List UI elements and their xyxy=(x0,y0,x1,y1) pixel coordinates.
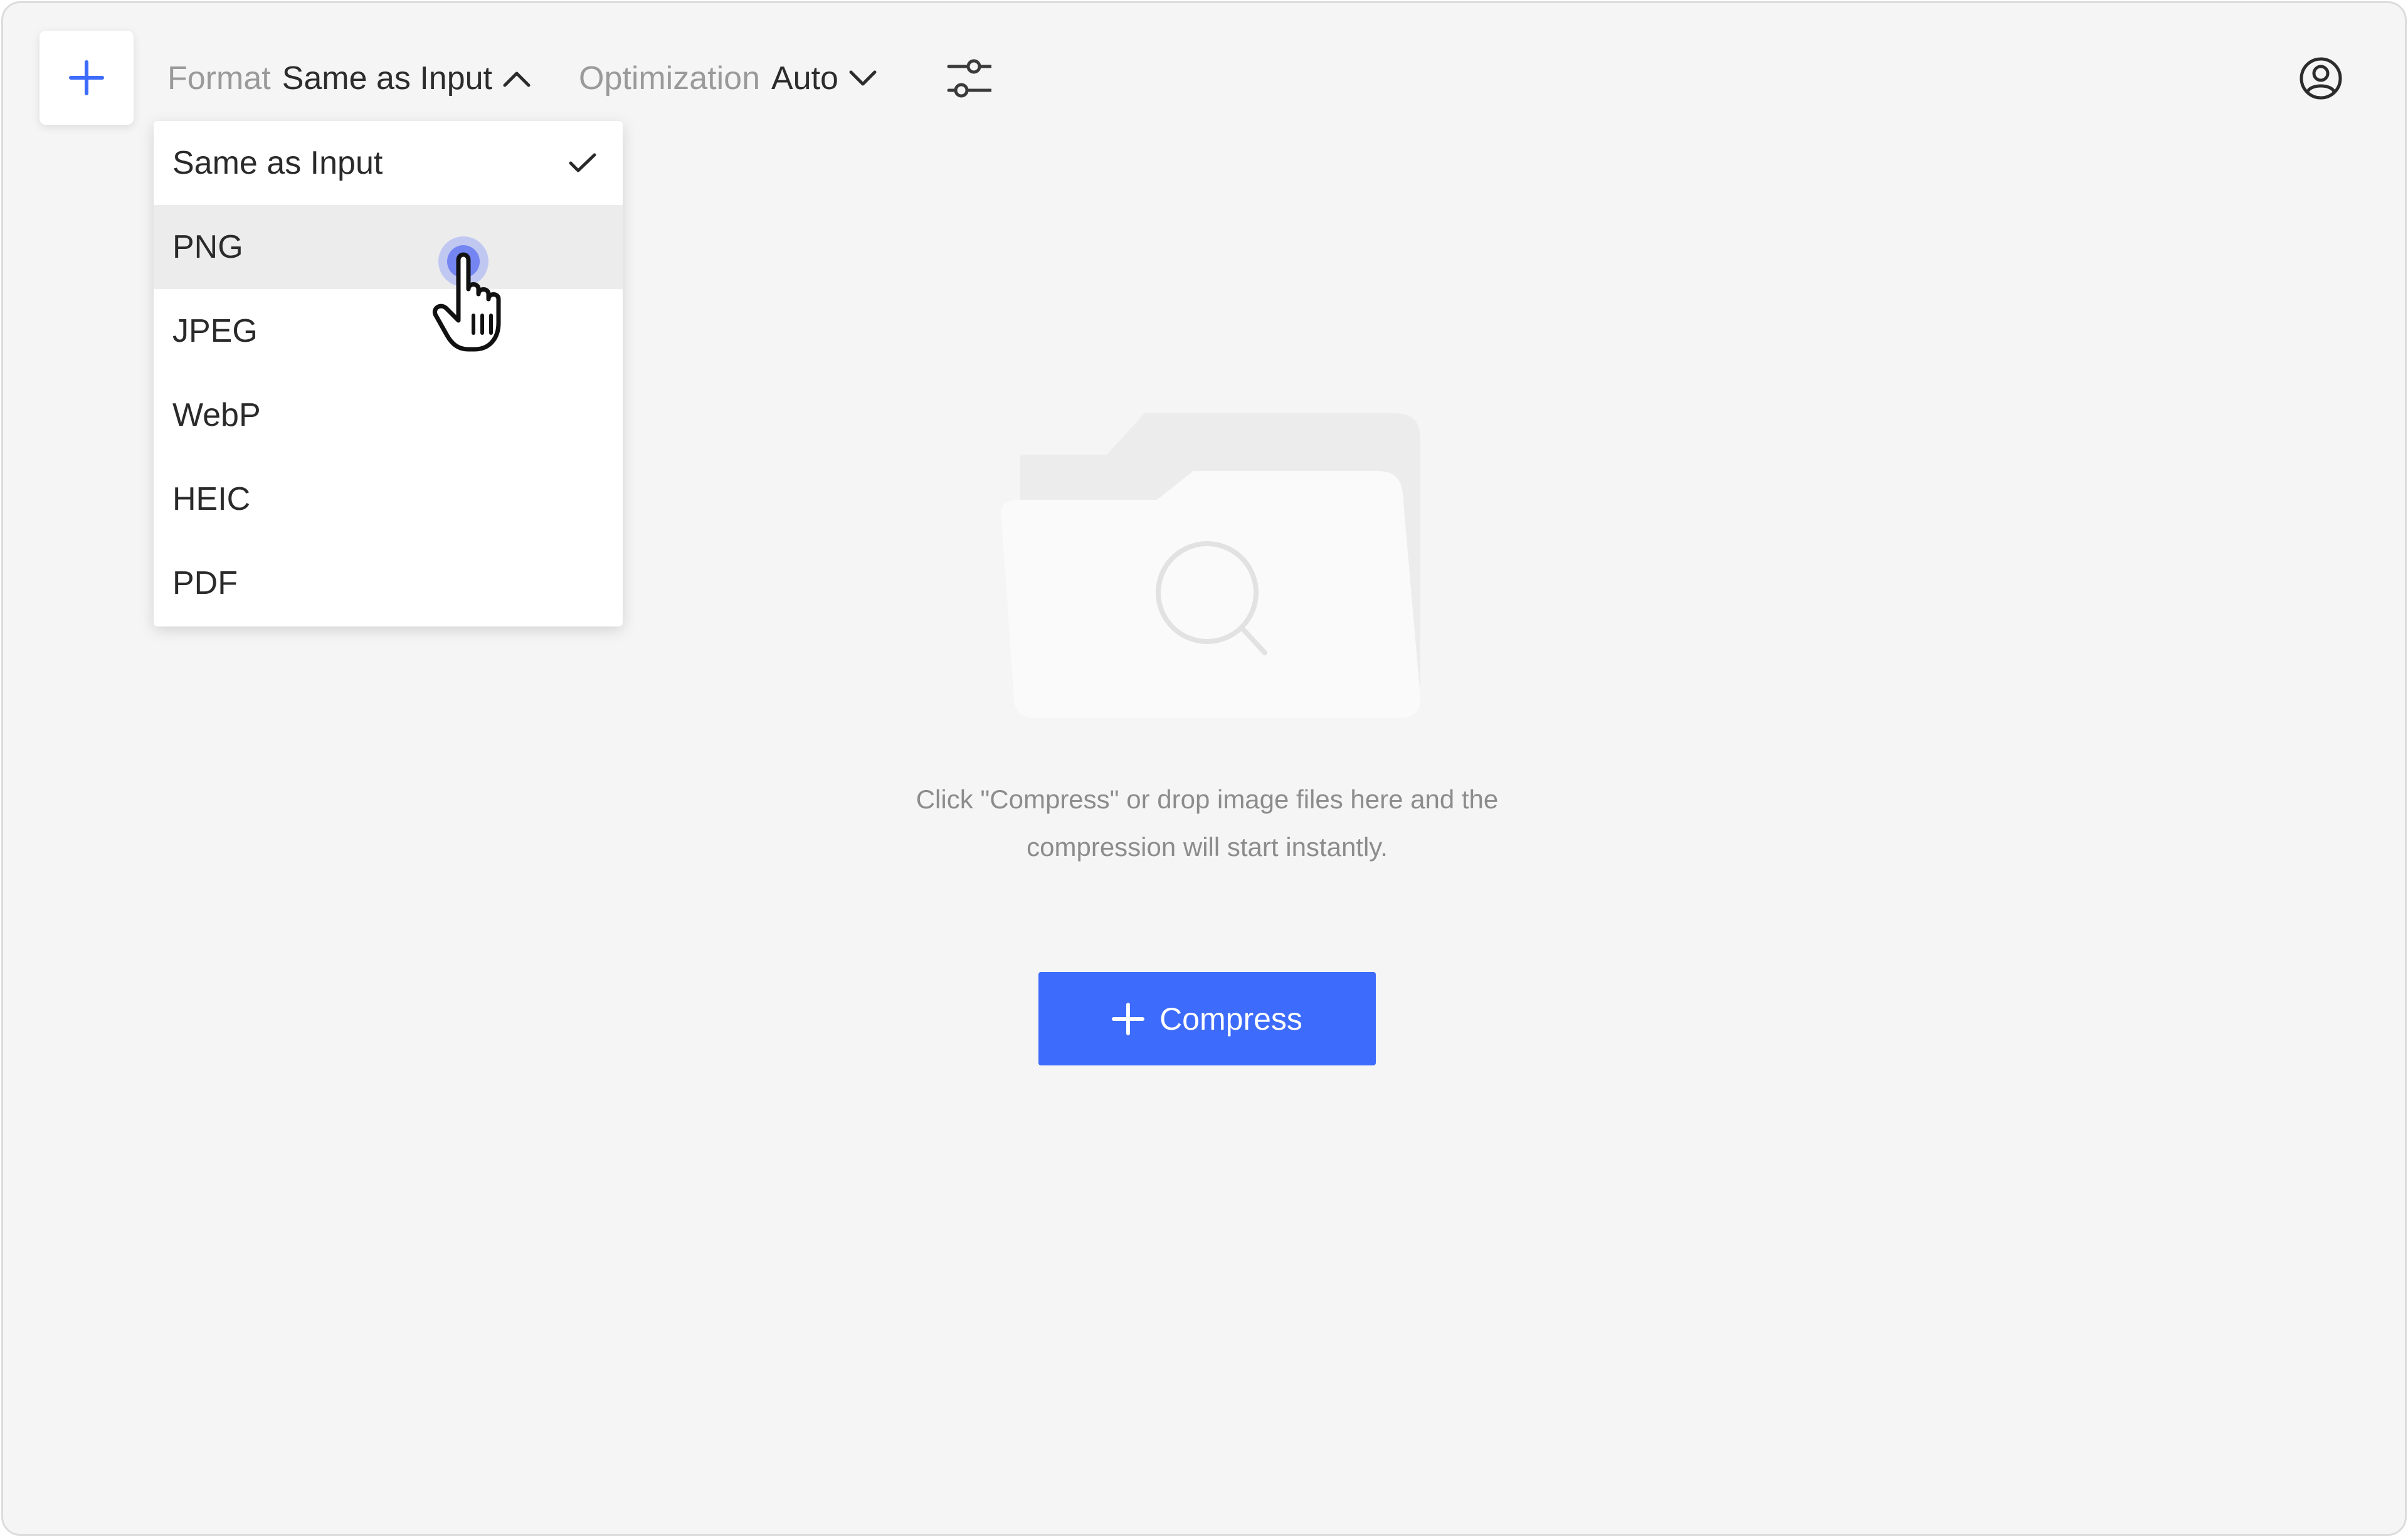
format-option-png[interactable]: PNG xyxy=(154,205,623,289)
format-option-heic[interactable]: HEIC xyxy=(154,457,623,541)
optimization-label: Optimization xyxy=(579,60,760,97)
empty-state-message: Click "Compress" or drop image files her… xyxy=(768,776,1646,871)
plus-icon xyxy=(69,60,104,95)
optimization-value: Auto xyxy=(771,60,838,97)
app-window: Format Same as Input Optimization Auto S… xyxy=(1,1,2407,1536)
checkmark-icon xyxy=(569,153,596,172)
format-value: Same as Input xyxy=(282,60,492,97)
chevron-up-icon xyxy=(503,71,531,87)
format-option-label: PDF xyxy=(172,565,238,601)
compress-button[interactable]: Compress xyxy=(1038,972,1376,1065)
settings-button[interactable] xyxy=(944,55,994,102)
account-button[interactable] xyxy=(2298,56,2343,101)
folder-search-icon xyxy=(1001,413,1421,718)
format-option-label: Same as Input xyxy=(172,145,383,181)
format-selector[interactable]: Format Same as Input xyxy=(167,53,531,103)
format-option-webp[interactable]: WebP xyxy=(154,373,623,457)
format-option-jpeg[interactable]: JPEG xyxy=(154,289,623,373)
app-root: Format Same as Input Optimization Auto S… xyxy=(0,0,2408,1537)
format-option-pdf[interactable]: PDF xyxy=(154,541,623,625)
sliders-icon xyxy=(947,59,991,98)
format-option-label: HEIC xyxy=(172,481,251,517)
chevron-down-icon xyxy=(849,70,877,86)
empty-state-line-1: Click "Compress" or drop image files her… xyxy=(916,784,1499,814)
compress-button-label: Compress xyxy=(1159,1001,1302,1037)
optimization-selector[interactable]: Optimization Auto xyxy=(579,53,877,103)
format-option-label: PNG xyxy=(172,229,243,265)
add-files-button[interactable] xyxy=(40,31,134,125)
empty-state-line-2: compression will start instantly. xyxy=(1027,832,1388,862)
format-dropdown-menu: Same as Input PNG JPEG WebP HEIC PDF xyxy=(154,121,623,626)
format-option-label: JPEG xyxy=(172,313,258,349)
format-label: Format xyxy=(167,60,271,97)
user-circle-icon xyxy=(2300,57,2342,100)
format-option-same-as-input[interactable]: Same as Input xyxy=(154,121,623,205)
plus-icon xyxy=(1112,1002,1145,1035)
format-option-label: WebP xyxy=(172,397,261,433)
